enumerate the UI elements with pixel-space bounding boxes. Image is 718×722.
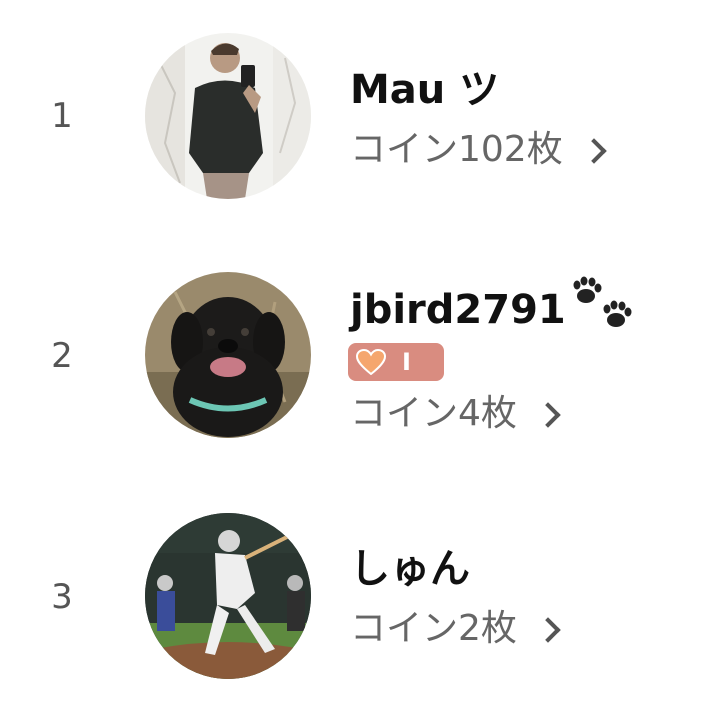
ranking-list: 1 Mau ツ コイン102枚 2 jbird2791 I コイン4枚 3 しゅ…: [0, 0, 718, 722]
ranking-row-3[interactable]: 3 しゅん コイン2枚: [0, 500, 718, 700]
user-name[interactable]: しゅん: [350, 545, 470, 593]
coin-count[interactable]: コイン2枚: [350, 607, 561, 651]
coin-count-label: コイン2枚: [350, 608, 517, 649]
rank-number: 3: [51, 577, 73, 617]
coin-count[interactable]: コイン102枚: [350, 128, 607, 172]
paw-prints-icon: [573, 276, 632, 327]
rank-number: 2: [51, 336, 73, 376]
chevron-right-icon: [580, 138, 607, 164]
user-name[interactable]: Mau ツ: [350, 66, 499, 114]
user-avatar[interactable]: [145, 513, 311, 679]
coin-count-label: コイン102枚: [350, 129, 563, 170]
user-avatar[interactable]: [145, 33, 311, 199]
fan-level-badge: I: [348, 343, 444, 381]
user-name[interactable]: jbird2791: [350, 286, 566, 334]
heart-icon: [356, 349, 386, 375]
rank-number: 1: [51, 96, 73, 136]
badge-level: I: [402, 348, 411, 376]
coin-count[interactable]: コイン4枚: [350, 392, 561, 436]
chevron-right-icon: [535, 617, 561, 643]
chevron-right-icon: [535, 402, 561, 428]
user-avatar[interactable]: [145, 272, 311, 438]
coin-count-label: コイン4枚: [350, 393, 517, 434]
ranking-row-1[interactable]: 1 Mau ツ コイン102枚: [0, 18, 718, 218]
